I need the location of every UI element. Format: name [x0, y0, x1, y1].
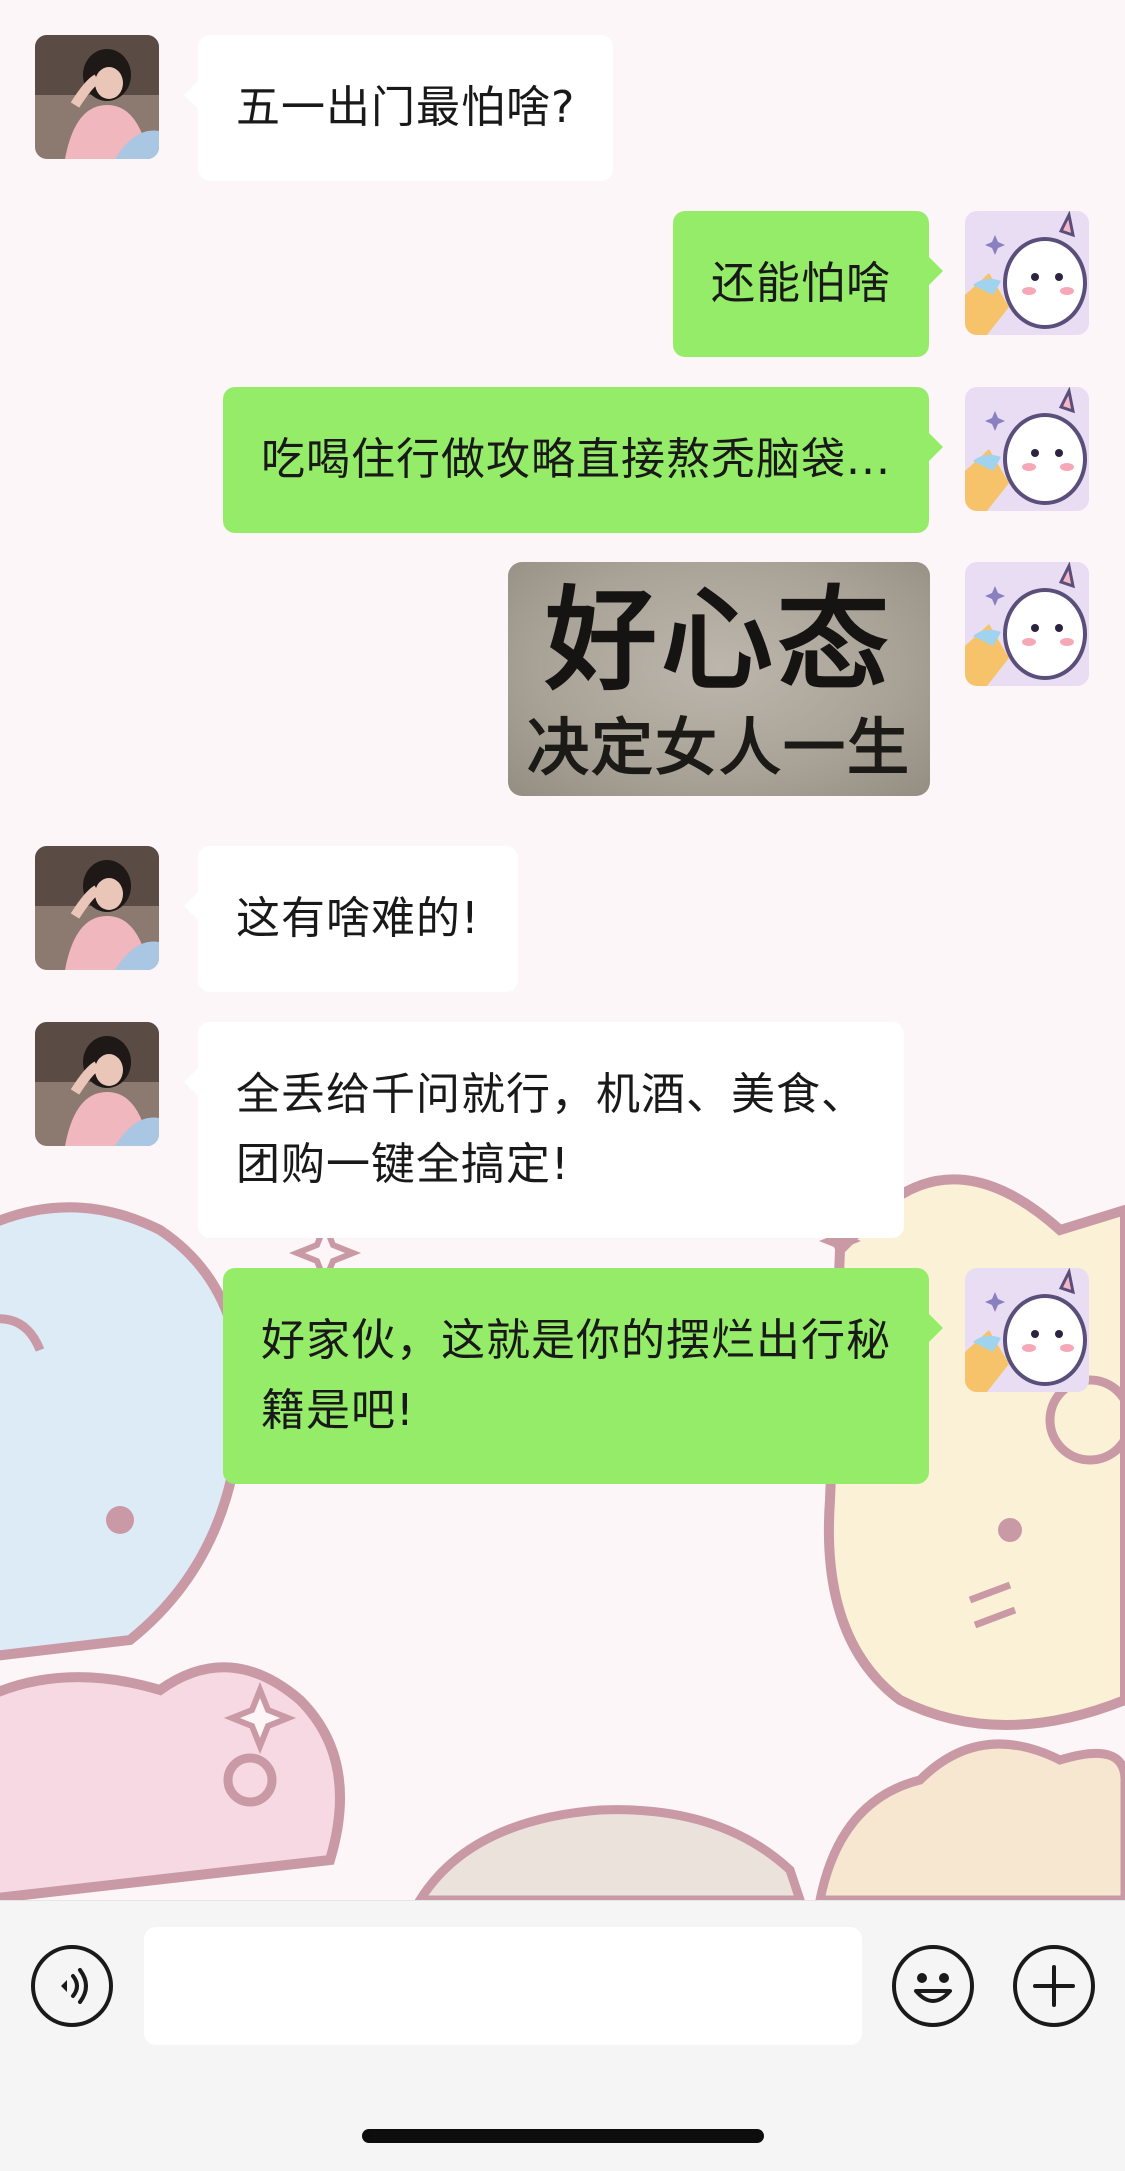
message-text: 籍是吧!: [261, 1385, 415, 1436]
more-button[interactable]: [1013, 1945, 1095, 2027]
message-bubble-outgoing[interactable]: 吃喝住行做攻略直接熬秃脑袋...: [223, 387, 943, 533]
my-avatar[interactable]: [965, 1268, 1089, 1392]
message-input[interactable]: [144, 1927, 862, 2045]
message-text: 五一出门最怕啥?: [236, 82, 576, 133]
sticker-text-large: 好心态: [545, 575, 893, 706]
emoji-button[interactable]: [892, 1945, 974, 2027]
home-indicator[interactable]: [362, 2129, 764, 2143]
plus-icon: [1033, 1965, 1075, 2007]
contact-avatar[interactable]: [35, 35, 159, 159]
my-avatar[interactable]: [965, 211, 1089, 335]
message-text: 全丢给千问就行，机酒、美食、: [236, 1069, 866, 1120]
message-bubble-outgoing[interactable]: 好家伙，这就是你的摆烂出行秘 籍是吧!: [223, 1268, 943, 1484]
message-bubble-incoming[interactable]: 这有啥难的!: [184, 846, 518, 992]
emoji-icon: [914, 1973, 952, 2003]
my-avatar[interactable]: [965, 562, 1089, 686]
message-text: 还能怕啥: [711, 258, 891, 309]
voice-icon: [61, 1968, 88, 2004]
message-text: 吃喝住行做攻略直接熬秃脑袋...: [261, 434, 891, 485]
message-text: 团购一键全搞定!: [236, 1139, 570, 1190]
message-text: 这有啥难的!: [236, 893, 480, 944]
contact-avatar[interactable]: [35, 1022, 159, 1146]
message-text: 好家伙，这就是你的摆烂出行秘: [261, 1315, 891, 1366]
my-avatar[interactable]: [965, 387, 1089, 511]
message-bubble-incoming[interactable]: 全丢给千问就行，机酒、美食、 团购一键全搞定!: [184, 1022, 904, 1238]
sticker-image[interactable]: 好心态 决定女人一生: [508, 562, 930, 796]
input-bar: [0, 1900, 1125, 2171]
chat-area[interactable]: 五一出门最怕啥? 还能怕啥 吃喝住行做攻略直接熬秃脑袋... 好心态 决定女人一…: [0, 0, 1125, 1900]
message-bubble-incoming[interactable]: 五一出门最怕啥?: [183, 35, 614, 181]
contact-avatar[interactable]: [35, 846, 159, 970]
sticker-text-small: 决定女人一生: [526, 711, 911, 784]
voice-button[interactable]: [31, 1945, 113, 2027]
message-bubble-outgoing[interactable]: 还能怕啥: [673, 211, 943, 357]
